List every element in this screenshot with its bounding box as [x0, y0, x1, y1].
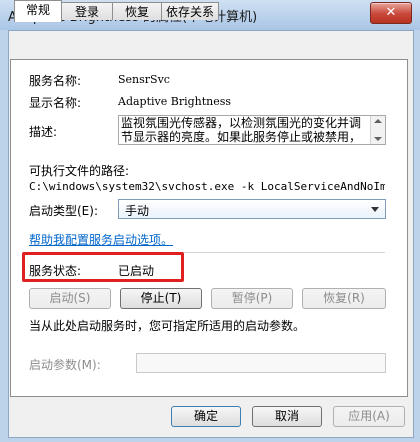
- service-name-value: SensrSvc: [118, 73, 170, 86]
- tab-recovery-label: 恢复: [124, 5, 149, 19]
- tab-general-label: 常规: [25, 3, 50, 17]
- startup-type-value: 手动: [125, 204, 150, 218]
- display-name-label: 显示名称:: [29, 96, 82, 110]
- startup-type-label: 启动类型(E):: [29, 204, 98, 218]
- help-link[interactable]: 帮助我配置服务启动选项。: [29, 231, 173, 248]
- close-icon: ✕: [385, 5, 397, 20]
- start-params-label: 启动参数(M):: [29, 358, 101, 372]
- tab-logon-label: 登录: [74, 5, 99, 19]
- description-text: 监视氛围光传感器，以检测氛围光的变化并调节显示器的亮度。如果此服务停止或被禁用，: [121, 116, 362, 144]
- tab-dependencies-label: 依存关系: [165, 5, 214, 19]
- tab-dependencies[interactable]: 依存关系: [161, 2, 219, 20]
- startup-type-select[interactable]: 手动: [118, 199, 386, 219]
- scroll-up-icon[interactable]: [374, 119, 382, 123]
- start-button-label: 启动(S): [49, 291, 91, 305]
- stop-button[interactable]: 停止(T): [120, 288, 202, 309]
- start-button[interactable]: 启动(S): [29, 288, 111, 309]
- start-params-input[interactable]: [136, 353, 386, 373]
- description-label: 描述:: [29, 125, 58, 139]
- description-box[interactable]: 监视氛围光传感器，以检测氛围光的变化并调节显示器的亮度。如果此服务停止或被禁用，: [118, 115, 386, 145]
- tab-logon[interactable]: 登录: [61, 2, 113, 20]
- stop-button-label: 停止(T): [140, 291, 182, 305]
- pause-button[interactable]: 暂停(P): [211, 288, 293, 309]
- exe-path-label: 可执行文件的路径:: [29, 164, 130, 178]
- pause-button-label: 暂停(P): [231, 291, 273, 305]
- service-name-label: 服务名称:: [29, 74, 82, 88]
- apply-button[interactable]: 应用(A): [333, 406, 405, 427]
- description-scrollbar[interactable]: [370, 116, 385, 144]
- resume-button-label: 恢复(R): [323, 291, 365, 305]
- ok-button[interactable]: 确定: [171, 406, 241, 427]
- scroll-down-icon[interactable]: [374, 137, 382, 141]
- ok-button-label: 确定: [193, 409, 218, 423]
- cancel-button-label: 取消: [274, 409, 299, 423]
- tab-general[interactable]: 常规: [14, 0, 62, 22]
- display-name-value: Adaptive Brightness: [118, 95, 232, 108]
- chevron-down-icon: [371, 207, 379, 212]
- tab-recovery[interactable]: 恢复: [112, 2, 162, 20]
- start-params-hint: 当从此处启动服务时，您可指定所适用的启动参数。: [29, 319, 306, 333]
- cancel-button[interactable]: 取消: [252, 406, 322, 427]
- status-highlight-box: [22, 252, 184, 282]
- resume-button[interactable]: 恢复(R): [302, 288, 386, 309]
- apply-button-label: 应用(A): [348, 409, 390, 423]
- close-button[interactable]: ✕: [370, 2, 412, 24]
- exe-path-value: C:\windows\system32\svchost.exe -k Local…: [29, 180, 385, 193]
